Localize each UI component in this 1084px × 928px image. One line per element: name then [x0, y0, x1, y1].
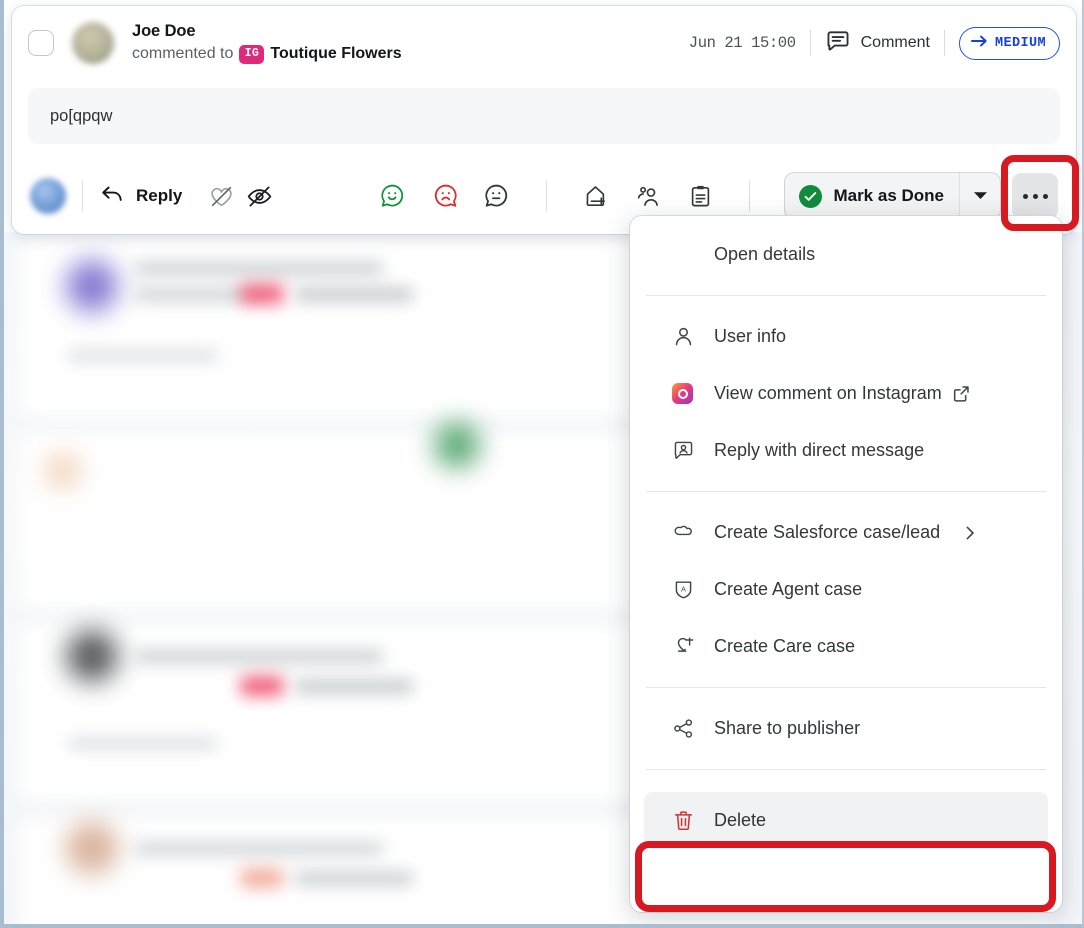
menu-item-label: Delete [714, 810, 766, 831]
comment-type: Comment [825, 28, 930, 59]
reply-label: Reply [136, 186, 182, 206]
menu-item-share-to-publisher[interactable]: Share to publisher [630, 700, 1062, 757]
comment-card: Joe Doe commented to IG Toutique Flowers… [12, 6, 1076, 234]
menu-item-open-details[interactable]: Open details [630, 226, 1062, 283]
menu-item-label: Share to publisher [714, 718, 860, 739]
select-comment-checkbox[interactable] [28, 30, 54, 56]
user-icon [672, 325, 698, 348]
mark-as-done-button[interactable]: Mark as Done [785, 173, 959, 219]
menu-item-label: Reply with direct message [714, 440, 924, 461]
clipboard-notes-icon[interactable] [681, 177, 719, 215]
check-circle-icon [799, 185, 822, 208]
menu-item-user-info[interactable]: User info [630, 308, 1062, 365]
more-dot-2 [1033, 194, 1038, 199]
comment-date: Jun 21 15:00 [689, 34, 796, 52]
menu-item-create-agent-case[interactable]: A Create Agent case [630, 561, 1062, 618]
comment-card-header-right: Jun 21 15:00 Comment [689, 27, 1060, 60]
menu-divider-4 [646, 769, 1046, 770]
sentiment-negative-icon[interactable] [426, 177, 464, 215]
comment-message-box: po[qpqw [28, 88, 1060, 144]
heart-crossed-icon[interactable] [202, 177, 240, 215]
author-info: Joe Doe commented to IG Toutique Flowers [132, 21, 402, 65]
agent-shield-icon: A [672, 578, 698, 601]
sentiment-positive-icon[interactable] [374, 177, 412, 215]
menu-item-label: View comment on Instagram [714, 383, 942, 404]
toolbar-divider-2 [546, 181, 547, 211]
sentiment-neutral-icon[interactable] [478, 177, 516, 215]
author-name: Joe Doe [132, 21, 402, 42]
action-prefix-label: commented to [132, 44, 233, 64]
menu-item-create-salesforce-case[interactable]: Create Salesforce case/lead [630, 504, 1062, 561]
priority-badge[interactable]: MEDIUM [959, 27, 1060, 60]
comment-card-header: Joe Doe commented to IG Toutique Flowers… [12, 6, 1076, 80]
salesforce-cloud-icon [672, 523, 698, 543]
more-dot-3 [1043, 194, 1048, 199]
primary-actions-group: Mark as Done [785, 173, 1058, 219]
eye-crossed-icon[interactable] [240, 177, 278, 215]
reply-arrow-icon [99, 182, 125, 211]
comment-target: commented to IG Toutique Flowers [132, 44, 402, 64]
menu-item-reply-direct-message[interactable]: Reply with direct message [630, 422, 1062, 479]
more-actions-menu: Open details User info View comment on I… [630, 216, 1062, 912]
page-name-label: Toutique Flowers [270, 44, 401, 64]
instagram-badge-icon: IG [239, 45, 264, 64]
header-divider [810, 30, 811, 56]
external-link-icon [952, 384, 971, 403]
sentiment-and-tools-group [374, 177, 766, 215]
menu-item-label: Open details [714, 244, 815, 265]
mark-as-done-group: Mark as Done [785, 173, 1000, 219]
direct-message-icon [672, 439, 698, 462]
comment-message-text: po[qpqw [50, 107, 112, 126]
menu-divider-3 [646, 687, 1046, 688]
comment-type-label: Comment [861, 34, 930, 52]
arrow-right-icon [971, 34, 988, 53]
menu-item-view-on-instagram[interactable]: View comment on Instagram [630, 365, 1062, 422]
care-add-icon [672, 635, 698, 658]
comment-bubble-icon [825, 28, 851, 59]
more-actions-button[interactable] [1012, 173, 1058, 219]
assign-users-icon[interactable] [629, 177, 667, 215]
more-dot-1 [1023, 194, 1028, 199]
header-divider-2 [944, 30, 945, 56]
chevron-right-icon [962, 524, 978, 542]
author-avatar [72, 22, 114, 64]
current-user-avatar [30, 178, 66, 214]
app-window: Joe Doe commented to IG Toutique Flowers… [0, 0, 1084, 928]
priority-label: MEDIUM [995, 36, 1046, 51]
menu-divider-2 [646, 491, 1046, 492]
menu-item-label: User info [714, 326, 786, 347]
menu-item-label: Create Agent case [714, 579, 862, 600]
add-tag-icon[interactable] [577, 177, 615, 215]
instagram-icon [672, 383, 698, 404]
toolbar-divider-3 [749, 181, 750, 211]
menu-item-create-care-case[interactable]: Create Care case [630, 618, 1062, 675]
toolbar-divider [82, 181, 83, 211]
svg-text:A: A [681, 586, 686, 594]
menu-item-label: Create Care case [714, 636, 855, 657]
mark-as-done-label: Mark as Done [833, 186, 944, 206]
menu-item-delete[interactable]: Delete [644, 792, 1048, 848]
mark-as-done-dropdown-button[interactable] [960, 173, 1000, 219]
trash-icon [672, 809, 698, 832]
menu-divider-1 [646, 295, 1046, 296]
share-icon [672, 717, 698, 740]
chevron-down-icon [973, 187, 988, 205]
reply-button[interactable]: Reply [99, 182, 182, 211]
menu-item-label: Create Salesforce case/lead [714, 522, 940, 543]
